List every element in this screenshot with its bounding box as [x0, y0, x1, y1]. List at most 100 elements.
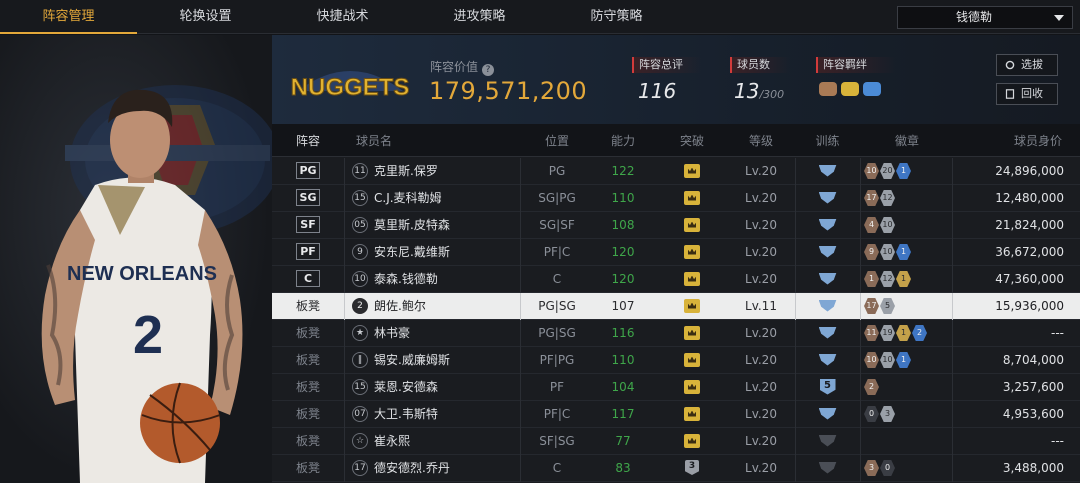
player-ability: 120 [611, 245, 635, 259]
chevron-down-icon [1054, 15, 1064, 21]
table-row[interactable]: 板凳 ☆ 崔永熙 SF|SG 77 Lv.20 --- [272, 428, 1080, 455]
table-row[interactable]: SF 05 莫里斯.皮特森 SG|SF 108 Lv.20 4 10 21,824,000 [272, 212, 1080, 239]
bond-blue-icon [863, 82, 881, 96]
player-ability: 107 [611, 299, 635, 313]
team-select-dropdown[interactable]: 钱德勒 [897, 6, 1073, 29]
crown-icon [684, 325, 700, 340]
col-lineup[interactable]: 阵容 [272, 125, 344, 157]
player-position: PF|C [543, 245, 571, 259]
badge-icon: 20 [880, 163, 895, 179]
lineup-slot-bench: 板凳 [295, 461, 320, 475]
player-position: PF|C [543, 407, 571, 421]
tab-lineup-management[interactable]: 阵容管理 [0, 0, 137, 34]
team-select-value: 钱德勒 [956, 10, 993, 24]
badge-icon: 1 [896, 352, 911, 368]
crown-icon [684, 406, 700, 421]
table-row[interactable]: PG 11 克里斯.保罗 PG 122 Lv.20 10 20 1 24,896,000 [272, 158, 1080, 185]
lineup-slot-badge: PF [296, 243, 320, 260]
player-value: 3,257,600 [1002, 380, 1064, 394]
table-row[interactable]: SG 15 C.J.麦科勒姆 SG|PG 110 Lv.20 17 12 12,480,000 [272, 185, 1080, 212]
lineup-slot-bench: 板凳 [295, 407, 320, 421]
player-ability: 110 [611, 191, 635, 205]
col-position[interactable]: 位置 [522, 125, 592, 157]
player-position: PG [548, 164, 566, 178]
col-player-name[interactable]: 球员名 [344, 125, 444, 157]
jersey-number-icon: ‖ [352, 351, 368, 368]
badge-list: 03 [864, 406, 895, 422]
player-value: 36,672,000 [995, 245, 1064, 259]
bond-bronze-icon [819, 82, 837, 96]
tab-defense-strategy[interactable]: 防守策略 [548, 0, 685, 34]
training-icon [818, 407, 837, 420]
table-row[interactable]: 板凳 07 大卫.韦斯特 PF|C 117 Lv.20 0 3 4,953,600 [272, 401, 1080, 428]
select-button[interactable]: 选拔 [996, 54, 1058, 76]
badge-icon: 0 [864, 406, 879, 422]
table-row[interactable]: 板凳 ‖ 锡安.威廉姆斯 PF|PG 110 Lv.20 10 10 1 8,704,000 [272, 347, 1080, 374]
training-level-icon: 5 [819, 378, 836, 395]
table-row[interactable]: 板凳 17 德安德烈.乔丹 C 83 3 Lv.20 3 0 3,488,000 [272, 455, 1080, 482]
badge-list: 30 [864, 460, 895, 476]
roster-table: 阵容 球员名 位置 能力 突破 等级 训练 徽章 球员身价 PG 11 克里斯.保罗… [272, 125, 1080, 483]
jersey-number-text: 2 [133, 305, 163, 365]
badge-icon: 5 [880, 298, 895, 314]
badge-list: 17 12 [864, 190, 895, 206]
badge-icon: 17 [864, 298, 879, 314]
jersey-number-icon: 2 [352, 297, 368, 314]
tab-offense-strategy[interactable]: 进攻策略 [411, 0, 548, 34]
training-icon [818, 245, 837, 258]
jersey-number-icon: ★ [352, 324, 368, 341]
lineup-slot-badge: SF [296, 216, 320, 233]
col-value[interactable]: 球员身价 [962, 125, 1072, 157]
player-position: PF|PG [539, 353, 575, 367]
col-breakthrough[interactable]: 突破 [657, 125, 727, 157]
player-illustration: NEW ORLEANS 2 [41, 85, 272, 483]
col-badges[interactable]: 徽章 [862, 125, 952, 157]
tab-quick-tactics[interactable]: 快捷战术 [274, 0, 411, 34]
training-icon [818, 191, 837, 204]
player-name: 朗佐.鲍尔 [374, 299, 426, 313]
lineup-rating-label: 阵容总评 [632, 57, 702, 73]
player-position: SG|SF [539, 218, 575, 232]
player-position: SG|PG [538, 191, 576, 205]
badge-icon: 10 [880, 217, 895, 233]
player-count: 13/300 [734, 79, 785, 103]
table-row[interactable]: 板凳 15 莱恩.安德森 PF 104 Lv.20 5 2 3,257,600 [272, 374, 1080, 401]
crown-icon [684, 244, 700, 259]
lineup-slot-bench: 板凳 [295, 353, 320, 367]
player-ability: 77 [615, 434, 631, 448]
table-row[interactable]: C 10 泰森.钱德勒 C 120 Lv.20 1 12 1 47,360,000 [272, 266, 1080, 293]
table-row[interactable]: PF 9 安东尼.戴维斯 PF|C 120 Lv.20 9 10 1 36,672,000 [272, 239, 1080, 266]
tab-rotation-settings[interactable]: 轮换设置 [137, 0, 274, 34]
badge-icon: 17 [864, 190, 879, 206]
player-position: PG|SG [538, 299, 576, 313]
badge-icon: 12 [880, 271, 895, 287]
training-icon [818, 326, 837, 339]
player-position: C [552, 272, 562, 286]
player-level: Lv.20 [745, 218, 777, 232]
table-row[interactable]: 板凳 2 朗佐.鲍尔 PG|SG 107 Lv.11 17 5 15,936,000 [272, 293, 1080, 320]
help-icon[interactable]: ? [482, 64, 495, 76]
badge-icon: 11 [864, 325, 879, 341]
badge-list: 4 10 [864, 217, 895, 233]
col-ability[interactable]: 能力 [592, 125, 654, 157]
player-name: 泰森.钱德勒 [374, 272, 438, 286]
col-level[interactable]: 等级 [727, 125, 795, 157]
player-value: 4,953,600 [1002, 407, 1064, 421]
lineup-slot-bench: 板凳 [295, 434, 320, 448]
badge-icon: 1 [896, 271, 911, 287]
bond-icons[interactable] [819, 82, 881, 96]
jersey-number-icon: 07 [352, 405, 368, 422]
player-level: Lv.11 [745, 299, 777, 313]
table-row[interactable]: 板凳 ★ 林书豪 PG|SG 116 Lv.20 11 19 1 2 --- [272, 320, 1080, 347]
col-training[interactable]: 训练 [795, 125, 860, 157]
player-ability: 83 [615, 461, 631, 475]
badge-list: 10 10 1 [864, 352, 911, 368]
badge-icon: 19 [880, 325, 895, 341]
top-nav: 阵容管理 轮换设置 快捷战术 进攻策略 防守策略 钱德勒 [0, 0, 1080, 34]
bond-gold-icon [841, 82, 859, 96]
jersey-number-icon: 15 [352, 378, 368, 395]
player-ability: 117 [611, 407, 635, 421]
crown-icon [684, 352, 700, 367]
recycle-button[interactable]: 回收 [996, 83, 1058, 105]
lineup-slot-bench: 板凳 [295, 380, 320, 394]
